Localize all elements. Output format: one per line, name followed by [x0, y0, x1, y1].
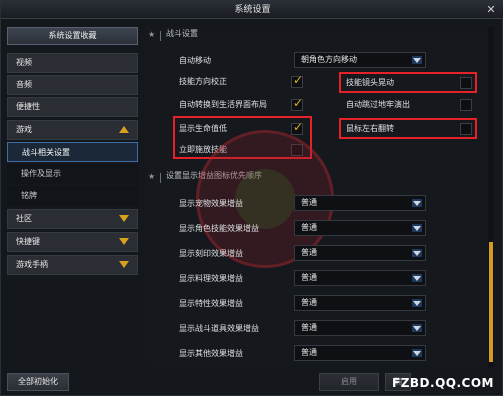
chevron-down-icon — [412, 324, 422, 332]
settings-window: 系统设置 ✕ 系统设置收藏 视频 音频 便捷性 游戏 战斗相关设置 操作及显示 … — [0, 0, 503, 396]
auto-switch-checkbox[interactable]: ✓ — [291, 96, 304, 111]
reset-all-label: 全部初始化 — [18, 377, 58, 386]
sidebar-item-community[interactable]: 社区 — [7, 209, 138, 229]
sidebar-item-label: 便捷性 — [16, 102, 40, 111]
scrollbar[interactable] — [488, 27, 494, 367]
sidebar-subitem-label: 操作及显示 — [21, 169, 61, 178]
auto-move-label: 自动移动 — [179, 56, 211, 65]
auto-move-value: 朝角色方向移动 — [301, 55, 357, 64]
sidebar-item-label: 快捷键 — [16, 237, 40, 246]
buff-priority-dropdown[interactable]: 普通 — [294, 345, 426, 361]
buff-priority-value: 普通 — [301, 298, 317, 307]
section-divider — [160, 31, 161, 41]
sidebar-item-convenience[interactable]: 便捷性 — [7, 97, 138, 117]
chevron-down-icon — [412, 199, 422, 207]
apply-label: 启用 — [341, 377, 357, 386]
sidebar-header-label: 系统设置收藏 — [48, 31, 97, 40]
skip-cutscene-checkbox[interactable] — [460, 99, 472, 111]
skill-direction-label: 技能方向校正 — [179, 77, 227, 86]
buff-row-label: 显示特性效果增益 — [179, 299, 243, 308]
camera-shake-label: 技能镜头晃动 — [346, 78, 394, 87]
buff-priority-value: 普通 — [301, 223, 317, 232]
sidebar-subitem-controls[interactable]: 操作及显示 — [7, 164, 138, 184]
show-hp-label: 显示生命值低 — [179, 124, 227, 133]
auto-move-dropdown[interactable]: 朝角色方向移动 — [294, 52, 426, 68]
sidebar-item-gamepad[interactable]: 游戏手柄 — [7, 255, 138, 275]
sidebar-item-video[interactable]: 视频 — [7, 53, 138, 73]
reset-all-button[interactable]: 全部初始化 — [7, 373, 69, 391]
sidebar-subitem-combat[interactable]: 战斗相关设置 — [7, 142, 138, 162]
window-title: 系统设置 — [234, 5, 271, 15]
chevron-down-icon — [119, 261, 129, 268]
skill-direction-checkbox[interactable]: ✓ — [291, 73, 304, 88]
chevron-down-icon — [412, 274, 422, 282]
close-icon[interactable]: ✕ — [484, 1, 498, 19]
star-icon: ★ — [148, 172, 156, 181]
checkmark-icon: ✓ — [293, 73, 304, 87]
buff-priority-dropdown[interactable]: 普通 — [294, 320, 426, 336]
apply-button[interactable]: 启用 — [319, 373, 379, 391]
mouse-flip-checkbox[interactable] — [460, 123, 472, 135]
buff-row-label: 显示战斗道具效果增益 — [179, 324, 259, 333]
chevron-down-icon — [119, 238, 129, 245]
buff-priority-value: 普通 — [301, 273, 317, 282]
buff-row-label: 显示刻印效果增益 — [179, 249, 243, 258]
mouse-flip-label: 鼠标左右翻转 — [346, 124, 394, 133]
skip-cutscene-label: 自动跳过地牢演出 — [346, 100, 410, 109]
buff-priority-value: 普通 — [301, 198, 317, 207]
combat-section-title: 战斗设置 — [166, 29, 198, 38]
camera-shake-checkbox[interactable] — [460, 77, 472, 89]
star-icon: ★ — [148, 30, 156, 39]
buff-row-label: 显示其他效果增益 — [179, 349, 243, 358]
sidebar-item-hotkeys[interactable]: 快捷键 — [7, 232, 138, 252]
sidebar-item-label: 音频 — [16, 80, 32, 89]
buff-priority-dropdown[interactable]: 普通 — [294, 245, 426, 261]
sidebar-subitem-label: 战斗相关设置 — [22, 148, 70, 157]
buff-priority-dropdown[interactable]: 普通 — [294, 220, 426, 236]
checkmark-icon: ✓ — [293, 120, 304, 134]
watermark-inner — [235, 169, 295, 229]
buff-row-label: 显示角色技能效果增益 — [179, 224, 259, 233]
sidebar-item-label: 游戏手柄 — [16, 260, 48, 269]
sidebar-subitem-label: 铭牌 — [21, 191, 37, 200]
buff-priority-value: 普通 — [301, 323, 317, 332]
chevron-down-icon — [412, 349, 422, 357]
buff-priority-value: 普通 — [301, 348, 317, 357]
chevron-down-icon — [412, 249, 422, 257]
buff-priority-dropdown[interactable]: 普通 — [294, 295, 426, 311]
sidebar-item-label: 社区 — [16, 214, 32, 223]
title-bar: 系统设置 ✕ — [1, 1, 503, 19]
section-divider — [160, 173, 161, 183]
buff-priority-dropdown[interactable]: 普通 — [294, 270, 426, 286]
sidebar-item-label: 游戏 — [16, 125, 32, 134]
checkmark-icon: ✓ — [293, 96, 304, 110]
sidebar: 系统设置收藏 视频 音频 便捷性 游戏 战斗相关设置 操作及显示 铭牌 社区 快… — [7, 27, 138, 365]
buff-row-label: 显示宠物效果增益 — [179, 199, 243, 208]
settings-panel: ★ 战斗设置 自动移动 朝角色方向移动 技能方向校正 ✓ 技能镜头晃动 自动转换… — [146, 27, 487, 367]
chevron-up-icon — [119, 126, 129, 133]
show-hp-checkbox[interactable]: ✓ — [291, 120, 304, 135]
sidebar-favorites-button[interactable]: 系统设置收藏 — [7, 27, 138, 45]
sidebar-item-label: 视频 — [16, 58, 32, 67]
chevron-down-icon — [412, 299, 422, 307]
sidebar-subitem-nameplate[interactable]: 铭牌 — [7, 186, 138, 206]
sidebar-item-audio[interactable]: 音频 — [7, 75, 138, 95]
brand-watermark: FZBD.QQ.COM — [392, 376, 494, 390]
buff-row-label: 显示料理效果增益 — [179, 274, 243, 283]
sidebar-item-game[interactable]: 游戏 — [7, 120, 138, 140]
buff-priority-value: 普通 — [301, 248, 317, 257]
buff-priority-dropdown[interactable]: 普通 — [294, 195, 426, 211]
chevron-down-icon — [412, 56, 422, 64]
chevron-down-icon — [119, 215, 129, 222]
scrollbar-thumb[interactable] — [489, 242, 493, 362]
auto-switch-label: 自动转换到生活界面布局 — [179, 100, 267, 109]
chevron-down-icon — [412, 224, 422, 232]
